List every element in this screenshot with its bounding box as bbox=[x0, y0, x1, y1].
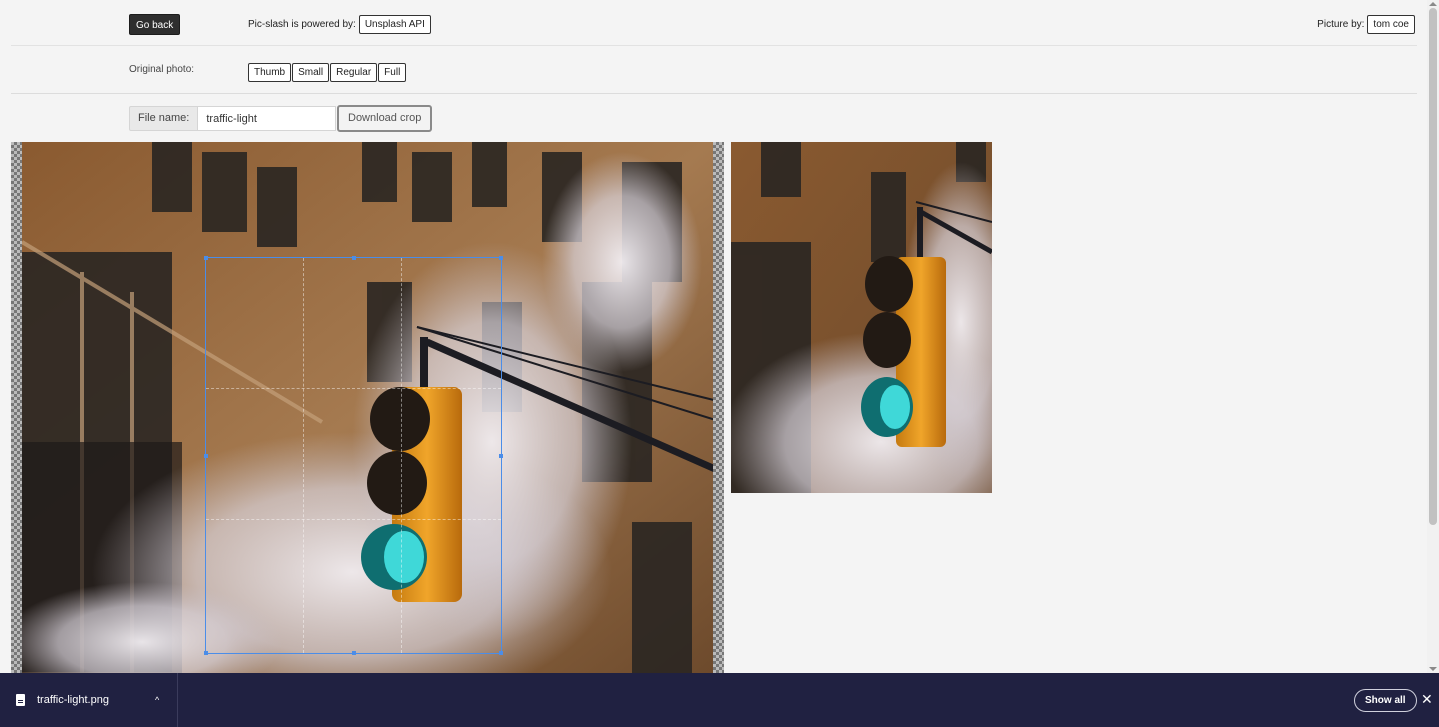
chevron-up-icon[interactable]: ^ bbox=[155, 695, 159, 705]
picture-by: Picture by: tom coe bbox=[1317, 14, 1415, 35]
crop-guide bbox=[400, 258, 402, 653]
page-scrollbar[interactable] bbox=[1427, 0, 1439, 673]
unsplash-api-button[interactable]: Unsplash API bbox=[358, 15, 431, 34]
original-photo-bar: Original photo: Thumb Small Regular Full bbox=[11, 46, 1417, 94]
scroll-thumb[interactable] bbox=[1429, 8, 1437, 525]
crop-handle-s[interactable] bbox=[352, 651, 356, 655]
crop-selection[interactable] bbox=[204, 256, 503, 655]
show-all-button[interactable]: Show all bbox=[1354, 689, 1417, 712]
top-bar: Go back Pic-slash is powered by: Unsplas… bbox=[11, 0, 1417, 46]
filename-label: File name: bbox=[129, 106, 199, 131]
size-thumb-button[interactable]: Thumb bbox=[248, 63, 292, 82]
original-photo-label: Original photo: bbox=[129, 64, 195, 75]
crop-guide bbox=[206, 518, 501, 520]
crop-preview bbox=[731, 142, 992, 493]
download-bar: traffic-light.png ^ Show all ✕ bbox=[0, 673, 1439, 727]
powered-by: Pic-slash is powered by: Unsplash API bbox=[248, 14, 431, 35]
size-full-button[interactable]: Full bbox=[378, 63, 407, 82]
crop-guide bbox=[303, 258, 305, 653]
picture-by-label: Picture by: bbox=[1317, 19, 1365, 30]
crop-handle-n[interactable] bbox=[352, 256, 356, 260]
scroll-up-arrow-icon[interactable] bbox=[1429, 2, 1437, 6]
close-icon[interactable]: ✕ bbox=[1421, 692, 1433, 706]
file-icon bbox=[16, 694, 25, 706]
download-file-name: traffic-light.png bbox=[37, 694, 109, 706]
go-back-button[interactable]: Go back bbox=[129, 14, 181, 35]
crop-handle-nw[interactable] bbox=[204, 256, 208, 260]
crop-canvas[interactable] bbox=[11, 142, 724, 673]
powered-by-label: Pic-slash is powered by: bbox=[248, 19, 356, 30]
filename-input[interactable] bbox=[198, 106, 337, 131]
crop-handle-sw[interactable] bbox=[204, 651, 208, 655]
size-small-button[interactable]: Small bbox=[292, 63, 330, 82]
filename-group: File name: bbox=[129, 106, 337, 131]
crop-handle-se[interactable] bbox=[499, 651, 503, 655]
crop-handle-e[interactable] bbox=[499, 454, 503, 458]
crop-handle-w[interactable] bbox=[204, 454, 208, 458]
author-button[interactable]: tom coe bbox=[1367, 15, 1415, 34]
download-item[interactable]: traffic-light.png ^ bbox=[0, 673, 178, 727]
size-buttons: Thumb Small Regular Full bbox=[248, 63, 407, 82]
size-regular-button[interactable]: Regular bbox=[330, 63, 378, 82]
download-crop-button[interactable]: Download crop bbox=[337, 105, 433, 132]
scroll-down-arrow-icon[interactable] bbox=[1429, 667, 1437, 671]
crop-guide bbox=[206, 388, 501, 390]
crop-handle-ne[interactable] bbox=[499, 256, 503, 260]
